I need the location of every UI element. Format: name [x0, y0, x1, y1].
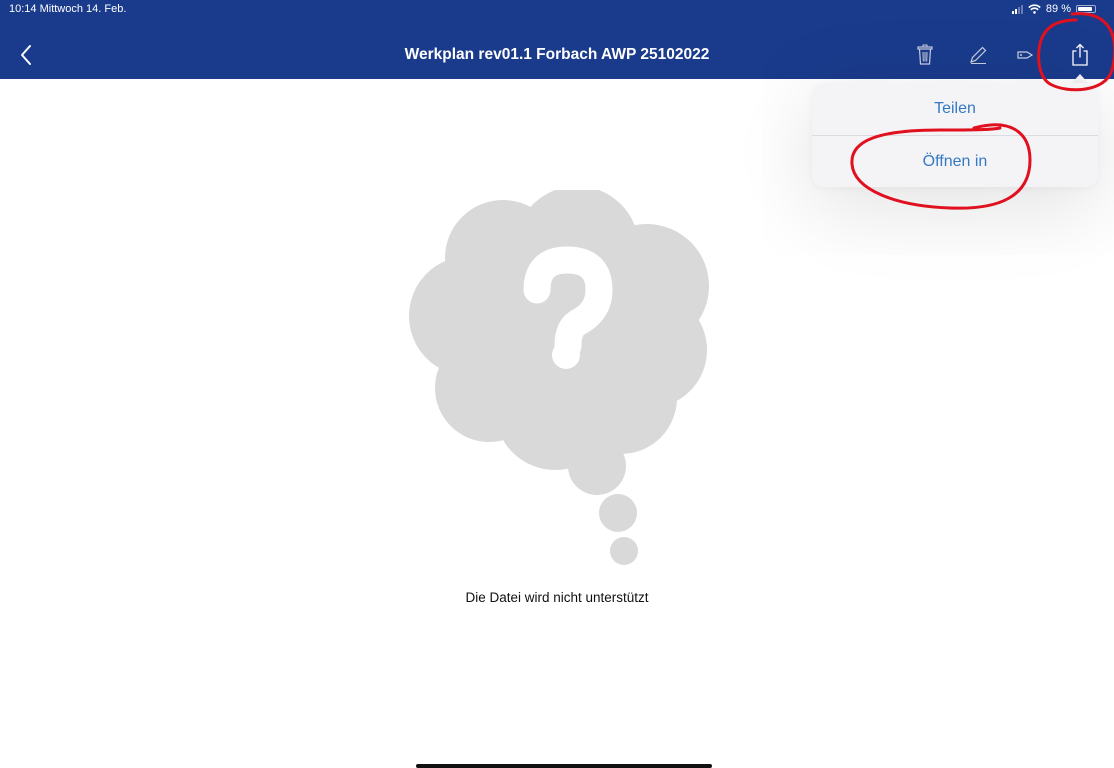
battery-percentage: 89 %: [1046, 3, 1071, 15]
edit-button[interactable]: [963, 40, 993, 70]
wifi-icon: [1028, 4, 1041, 14]
tag-button[interactable]: [1013, 40, 1039, 70]
tag-icon: [1017, 48, 1035, 62]
delete-button[interactable]: [911, 40, 939, 70]
battery-icon: [1076, 5, 1096, 13]
share-menu: Teilen Öffnen in: [812, 83, 1098, 187]
trash-icon: [917, 44, 933, 66]
share-icon: [1071, 43, 1089, 67]
status-time-date: 10:14 Mittwoch 14. Feb.: [9, 3, 126, 15]
chevron-left-icon: [19, 44, 33, 66]
cellular-signal-icon: [1012, 5, 1023, 14]
document-title: Werkplan rev01.1 Forbach AWP 25102022: [0, 46, 1114, 64]
share-button[interactable]: [1066, 40, 1094, 70]
question-cloud-icon: [405, 190, 725, 570]
status-indicators: 89 %: [1012, 3, 1096, 15]
home-indicator: [416, 764, 712, 768]
menu-item-teilen[interactable]: Teilen: [812, 83, 1098, 135]
unsupported-file-message: Die Datei wird nicht unterstützt: [0, 590, 1114, 605]
navigation-bar: 10:14 Mittwoch 14. Feb. 89 % Werkplan re…: [0, 0, 1114, 79]
back-button[interactable]: [14, 40, 38, 70]
pencil-icon: [967, 44, 989, 66]
menu-item-oeffnen-in[interactable]: Öffnen in: [812, 135, 1098, 187]
